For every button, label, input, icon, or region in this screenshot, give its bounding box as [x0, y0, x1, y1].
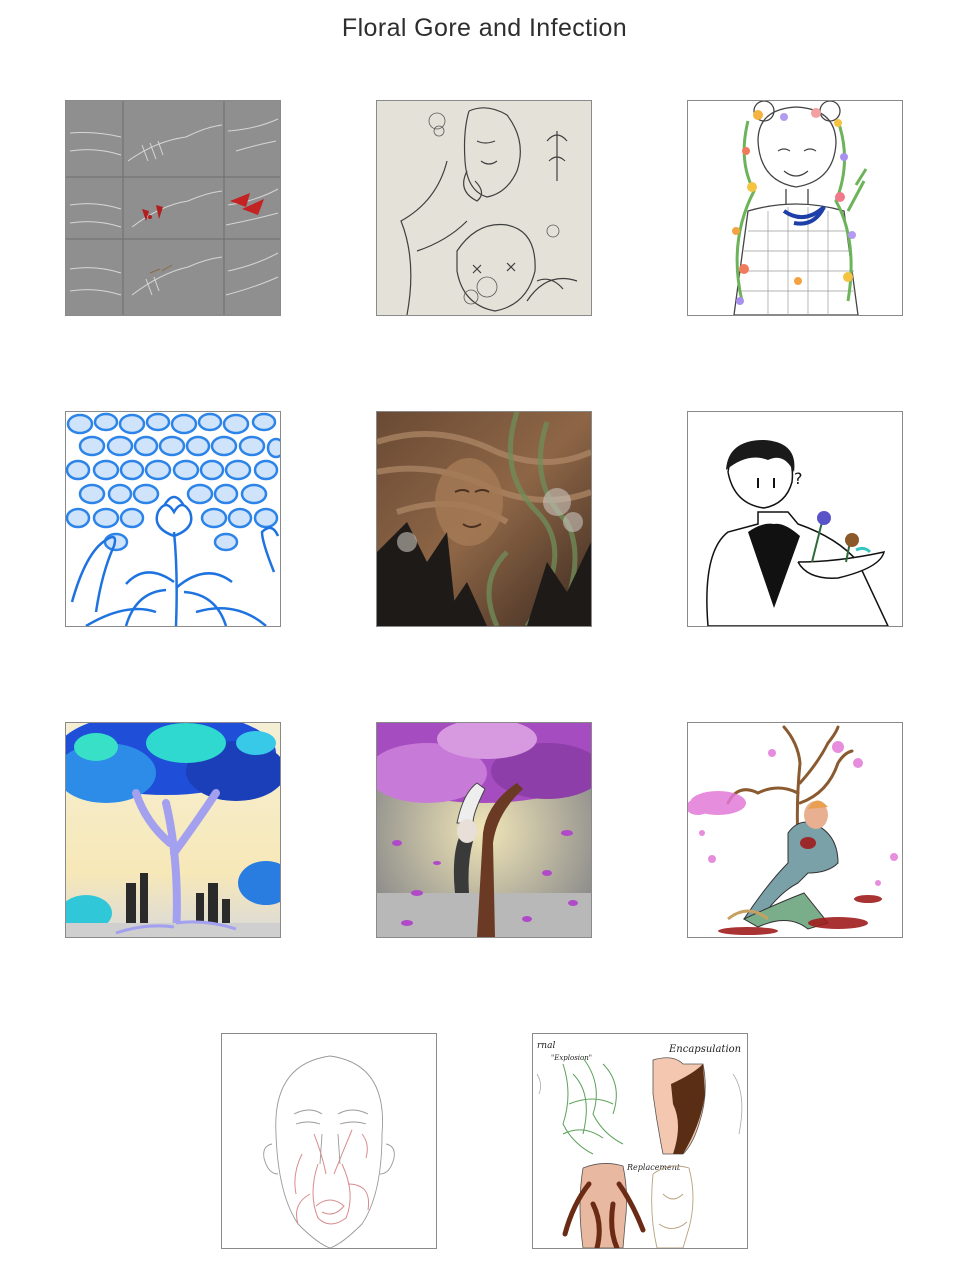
- question-mark-text: ?: [794, 469, 803, 488]
- artwork-thumbnail: [377, 723, 591, 937]
- artwork-thumbnail: [222, 1034, 436, 1248]
- artwork-thumbnail: rnal "Explosion" Encapsulation Replaceme…: [533, 1034, 747, 1248]
- artwork-thumbnail: [66, 412, 280, 626]
- artwork-thumbnail: [688, 101, 902, 315]
- gallery-item-floral-faces-pencil-sketch[interactable]: [376, 100, 592, 316]
- gallery-item-blue-cell-flower-hands[interactable]: [65, 411, 281, 627]
- artwork-thumbnail: [377, 101, 591, 315]
- gallery-item-purple-tree-hanging-figure[interactable]: [376, 722, 592, 938]
- artwork-thumbnail: ?: [688, 412, 902, 626]
- artwork-thumbnail: [66, 101, 280, 315]
- gallery-item-smoke-face-painting[interactable]: [376, 411, 592, 627]
- gallery-item-man-holding-roses[interactable]: ?: [687, 411, 903, 627]
- gallery-item-blue-tree-forest[interactable]: [65, 722, 281, 938]
- gallery-item-torso-studies[interactable]: rnal "Explosion" Encapsulation Replaceme…: [532, 1033, 748, 1249]
- artwork-thumbnail: [688, 723, 902, 937]
- gallery-item-girl-with-flower-vines[interactable]: [687, 100, 903, 316]
- label-replacement-text: Replacement: [626, 1163, 681, 1172]
- label-explosion-text: "Explosion": [551, 1054, 592, 1062]
- artwork-thumbnail: [377, 412, 591, 626]
- gallery-item-hand-infection-study-grid[interactable]: [65, 100, 281, 316]
- artwork-thumbnail: [66, 723, 280, 937]
- label-encapsulation-text: Encapsulation: [668, 1044, 741, 1055]
- gallery-item-face-line-sketch[interactable]: [221, 1033, 437, 1249]
- gallery-item-tree-growing-from-body[interactable]: [687, 722, 903, 938]
- gallery-title: Floral Gore and Infection: [341, 14, 628, 42]
- label-rnal-text: rnal: [537, 1041, 555, 1051]
